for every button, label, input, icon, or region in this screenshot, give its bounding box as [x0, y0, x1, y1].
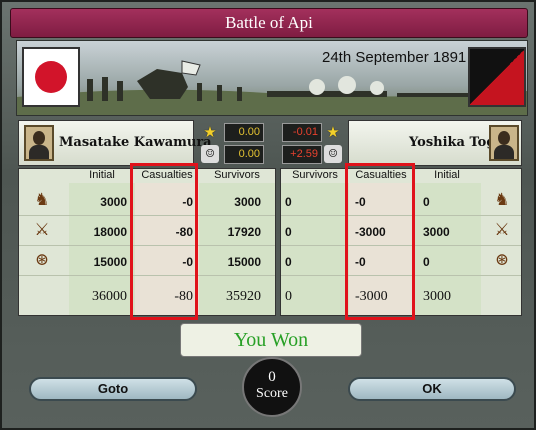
battle-result-window: Battle of Api 24th September 1891 Masata…	[0, 0, 536, 430]
rebel-flag-icon	[468, 47, 526, 107]
score-badge: 0 Score	[242, 357, 302, 417]
casualties-highlight-right	[345, 163, 415, 320]
japan-flag-icon	[22, 47, 80, 107]
table-cell: 0	[285, 195, 292, 209]
score-label: Score	[256, 386, 288, 401]
star-icon: ★	[203, 123, 217, 141]
total-survivors: 35920	[226, 289, 261, 304]
casualties-highlight-left	[130, 163, 198, 320]
right-stat-bottom: +2.59	[282, 145, 322, 164]
window-title: Battle of Api	[10, 8, 528, 38]
star-icon: ★	[326, 123, 340, 141]
right-commander-portrait[interactable]	[489, 125, 519, 161]
artillery-icon: ⊛	[494, 250, 510, 270]
left-stat-top: 0.00	[224, 123, 264, 142]
col-header-initial: Initial	[434, 169, 460, 181]
col-header-survivors: Survivors	[292, 169, 338, 181]
right-commander-panel: Yoshika Togo	[348, 120, 522, 166]
goto-button[interactable]: Goto	[29, 377, 197, 401]
left-commander-panel: Masatake Kawamura	[18, 120, 212, 166]
left-stat-bottom: 0.00	[224, 145, 264, 164]
battle-date: 24th September 1891	[322, 49, 467, 66]
table-cell: 3000	[423, 225, 450, 239]
ok-button[interactable]: OK	[348, 377, 516, 401]
total-initial: 3000	[423, 289, 451, 304]
total-initial: 36000	[92, 289, 127, 304]
table-cell: 3000	[234, 195, 261, 209]
right-stat-top: -0.01	[282, 123, 322, 142]
left-commander-name: Masatake Kawamura	[59, 135, 212, 150]
score-value: 0	[268, 369, 276, 385]
infantry-icon: ⚔	[34, 220, 50, 240]
col-header-survivors: Survivors	[214, 169, 260, 181]
table-cell: 0	[423, 195, 430, 209]
table-cell: 3000	[100, 195, 127, 209]
table-cell: 15000	[93, 255, 127, 269]
table-cell: 17920	[227, 225, 261, 239]
total-survivors: 0	[285, 289, 292, 304]
table-cell: 0	[285, 225, 292, 239]
col-header-initial: Initial	[89, 169, 115, 181]
table-cell: 0	[423, 255, 430, 269]
cavalry-icon: ♞	[34, 190, 50, 210]
battle-result-text: You Won	[180, 323, 362, 357]
battle-banner: 24th September 1891	[16, 40, 528, 116]
leader-icon: ☺	[201, 145, 219, 163]
cavalry-icon: ♞	[494, 190, 510, 210]
artillery-icon: ⊛	[34, 250, 50, 270]
table-cell: 18000	[93, 225, 127, 239]
infantry-icon: ⚔	[494, 220, 510, 240]
table-cell: 0	[285, 255, 292, 269]
table-cell: 15000	[227, 255, 261, 269]
left-commander-portrait[interactable]	[24, 125, 54, 161]
leader-icon: ☺	[324, 145, 342, 163]
